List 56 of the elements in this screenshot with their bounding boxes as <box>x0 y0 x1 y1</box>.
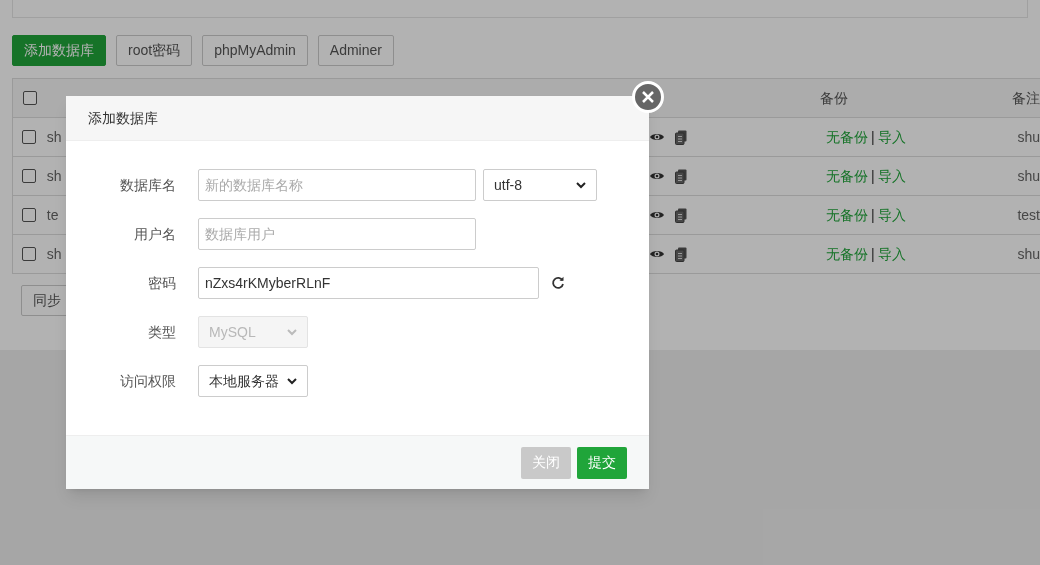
import-link[interactable]: 导入 <box>877 243 906 265</box>
copy-icon[interactable] <box>675 246 688 262</box>
eye-icon[interactable] <box>650 132 665 142</box>
chevron-icon <box>287 328 297 336</box>
column-header: 备份 <box>820 88 850 108</box>
checkbox[interactable] <box>22 169 36 183</box>
table-cell-text: test <box>1017 205 1040 225</box>
eye-icon[interactable] <box>650 210 665 220</box>
close-icon <box>642 91 654 103</box>
dialog-title: 添加数据库 <box>88 108 158 128</box>
import-link[interactable]: 导入 <box>877 165 906 187</box>
eye-icon[interactable] <box>650 171 665 181</box>
toolbar-button[interactable]: Adminer <box>317 35 394 66</box>
input-field[interactable]: 新的数据库名称 <box>198 169 476 201</box>
eye-icon[interactable] <box>650 249 665 259</box>
backup-link[interactable]: 无备份 <box>825 204 868 226</box>
backup-link[interactable]: 无备份 <box>825 126 868 148</box>
backup-link[interactable]: 无备份 <box>825 165 868 187</box>
import-link[interactable]: 导入 <box>877 204 906 226</box>
separator-text: | <box>870 127 875 147</box>
toolbar-button[interactable]: root密码 <box>116 35 193 66</box>
dropdown[interactable]: 本地服务器 <box>198 365 308 397</box>
input-field[interactable]: nZxs4rKMyberRLnF <box>198 267 539 299</box>
toolbar-button[interactable]: phpMyAdmin <box>202 35 308 66</box>
toolbar-button[interactable]: 添加数据库 <box>12 35 106 66</box>
table-cell-text: sh <box>46 244 62 264</box>
chevron-icon <box>287 377 297 385</box>
separator-text: | <box>870 244 875 264</box>
separator-text: | <box>870 205 875 225</box>
table-cell-text: te <box>46 205 59 225</box>
table-cell-text: shu <box>1017 127 1040 147</box>
dropdown[interactable]: utf-8 <box>483 169 597 201</box>
checkbox[interactable] <box>22 247 36 261</box>
dialog-button[interactable]: 提交 <box>577 446 627 479</box>
import-link[interactable]: 导入 <box>877 126 906 148</box>
copy-icon[interactable] <box>675 207 688 223</box>
copy-icon[interactable] <box>675 129 688 145</box>
table-cell-text: shu <box>1017 166 1040 186</box>
field-label: 访问权限 <box>119 371 176 391</box>
column-header: 备注 <box>1012 88 1040 108</box>
checkbox[interactable] <box>22 208 36 222</box>
field-label: 用户名 <box>133 224 176 244</box>
table-cell-text: shu <box>1017 244 1040 264</box>
input-field[interactable]: 数据库用户 <box>198 218 476 250</box>
field-label: 密码 <box>147 273 176 293</box>
backup-link[interactable]: 无备份 <box>825 243 868 265</box>
checkbox[interactable] <box>23 91 37 105</box>
table-cell-text: sh <box>46 127 62 147</box>
separator-text: | <box>870 166 875 186</box>
checkbox[interactable] <box>22 130 36 144</box>
refresh-icon[interactable] <box>551 276 565 290</box>
table-cell-text: sh <box>46 166 62 186</box>
chevron-icon <box>576 181 586 189</box>
field-label: 类型 <box>147 322 176 342</box>
field-label: 数据库名 <box>119 175 176 195</box>
copy-icon[interactable] <box>675 168 688 184</box>
